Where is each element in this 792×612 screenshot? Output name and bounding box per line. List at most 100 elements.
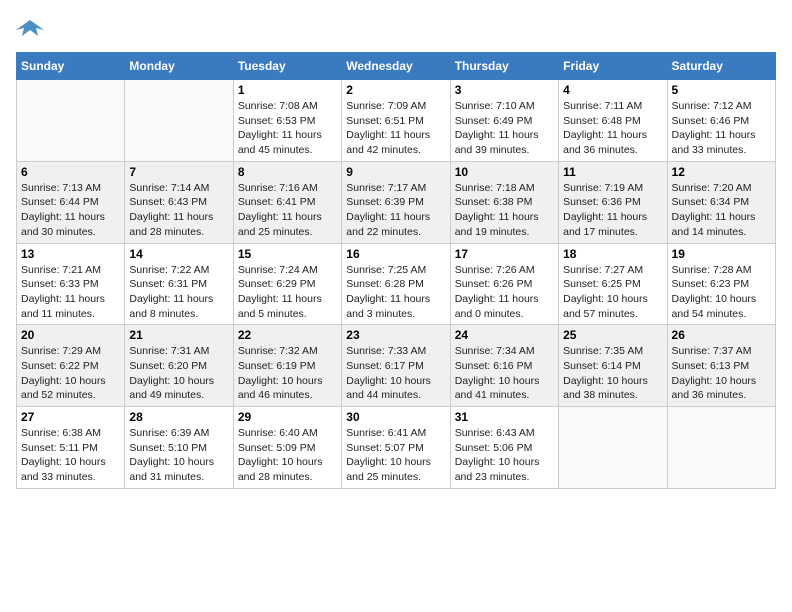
day-info: Sunrise: 7:12 AM Sunset: 6:46 PM Dayligh…: [672, 99, 771, 158]
day-number: 29: [238, 410, 337, 424]
calendar-cell: 3 Sunrise: 7:10 AM Sunset: 6:49 PM Daylig…: [450, 80, 558, 162]
day-info: Sunrise: 7:13 AM Sunset: 6:44 PM Dayligh…: [21, 181, 120, 240]
calendar-cell: [17, 80, 125, 162]
day-number: 11: [563, 165, 662, 179]
day-info: Sunrise: 7:08 AM Sunset: 6:53 PM Dayligh…: [238, 99, 337, 158]
calendar-cell: 23 Sunrise: 7:33 AM Sunset: 6:17 PM Dayli…: [342, 325, 450, 407]
day-number: 31: [455, 410, 554, 424]
day-info: Sunrise: 6:43 AM Sunset: 5:06 PM Dayligh…: [455, 426, 554, 485]
day-info: Sunrise: 7:17 AM Sunset: 6:39 PM Dayligh…: [346, 181, 445, 240]
day-info: Sunrise: 7:29 AM Sunset: 6:22 PM Dayligh…: [21, 344, 120, 403]
day-number: 8: [238, 165, 337, 179]
calendar-cell: 7 Sunrise: 7:14 AM Sunset: 6:43 PM Daylig…: [125, 161, 233, 243]
day-info: Sunrise: 7:11 AM Sunset: 6:48 PM Dayligh…: [563, 99, 662, 158]
calendar-cell: 9 Sunrise: 7:17 AM Sunset: 6:39 PM Daylig…: [342, 161, 450, 243]
day-info: Sunrise: 7:33 AM Sunset: 6:17 PM Dayligh…: [346, 344, 445, 403]
day-info: Sunrise: 7:28 AM Sunset: 6:23 PM Dayligh…: [672, 263, 771, 322]
page-header: [16, 16, 776, 40]
day-info: Sunrise: 7:24 AM Sunset: 6:29 PM Dayligh…: [238, 263, 337, 322]
day-info: Sunrise: 6:39 AM Sunset: 5:10 PM Dayligh…: [129, 426, 228, 485]
day-number: 15: [238, 247, 337, 261]
day-number: 13: [21, 247, 120, 261]
day-number: 9: [346, 165, 445, 179]
calendar-cell: 2Sunrise: 7:09 AM Sunset: 6:51 PM Daylig…: [342, 80, 450, 162]
weekday-header-friday: Friday: [559, 53, 667, 80]
day-info: Sunrise: 7:34 AM Sunset: 6:16 PM Dayligh…: [455, 344, 554, 403]
calendar-week-5: 27Sunrise: 6:38 AM Sunset: 5:11 PM Dayli…: [17, 407, 776, 489]
day-number: 27: [21, 410, 120, 424]
calendar-cell: 16Sunrise: 7:25 AM Sunset: 6:28 PM Dayli…: [342, 243, 450, 325]
calendar-cell: 27Sunrise: 6:38 AM Sunset: 5:11 PM Dayli…: [17, 407, 125, 489]
day-number: 1: [238, 83, 337, 97]
day-info: Sunrise: 7:21 AM Sunset: 6:33 PM Dayligh…: [21, 263, 120, 322]
day-number: 19: [672, 247, 771, 261]
calendar-cell: 26 Sunrise: 7:37 AM Sunset: 6:13 PM Dayli…: [667, 325, 775, 407]
day-info: Sunrise: 7:18 AM Sunset: 6:38 PM Dayligh…: [455, 181, 554, 240]
calendar-cell: [559, 407, 667, 489]
day-number: 28: [129, 410, 228, 424]
calendar-cell: 15 Sunrise: 7:24 AM Sunset: 6:29 PM Dayli…: [233, 243, 341, 325]
calendar-cell: 1 Sunrise: 7:08 AM Sunset: 6:53 PM Daylig…: [233, 80, 341, 162]
calendar-cell: 22Sunrise: 7:32 AM Sunset: 6:19 PM Dayli…: [233, 325, 341, 407]
calendar-header-row: SundayMondayTuesdayWednesdayThursdayFrid…: [17, 53, 776, 80]
day-number: 25: [563, 328, 662, 342]
calendar-cell: 25 Sunrise: 7:35 AM Sunset: 6:14 PM Dayli…: [559, 325, 667, 407]
weekday-header-tuesday: Tuesday: [233, 53, 341, 80]
day-number: 10: [455, 165, 554, 179]
weekday-header-monday: Monday: [125, 53, 233, 80]
day-number: 12: [672, 165, 771, 179]
calendar-cell: 29 Sunrise: 6:40 AM Sunset: 5:09 PM Dayli…: [233, 407, 341, 489]
calendar-cell: 8 Sunrise: 7:16 AM Sunset: 6:41 PM Daylig…: [233, 161, 341, 243]
day-info: Sunrise: 7:31 AM Sunset: 6:20 PM Dayligh…: [129, 344, 228, 403]
day-number: 30: [346, 410, 445, 424]
day-info: Sunrise: 7:16 AM Sunset: 6:41 PM Dayligh…: [238, 181, 337, 240]
calendar-cell: 30 Sunrise: 6:41 AM Sunset: 5:07 PM Dayli…: [342, 407, 450, 489]
day-info: Sunrise: 6:41 AM Sunset: 5:07 PM Dayligh…: [346, 426, 445, 485]
day-info: Sunrise: 7:14 AM Sunset: 6:43 PM Dayligh…: [129, 181, 228, 240]
weekday-header-saturday: Saturday: [667, 53, 775, 80]
calendar-cell: [667, 407, 775, 489]
calendar-cell: 20Sunrise: 7:29 AM Sunset: 6:22 PM Dayli…: [17, 325, 125, 407]
weekday-header-thursday: Thursday: [450, 53, 558, 80]
calendar-cell: 28 Sunrise: 6:39 AM Sunset: 5:10 PM Dayli…: [125, 407, 233, 489]
day-number: 21: [129, 328, 228, 342]
calendar-week-3: 13 Sunrise: 7:21 AM Sunset: 6:33 PM Dayli…: [17, 243, 776, 325]
calendar-cell: 18Sunrise: 7:27 AM Sunset: 6:25 PM Dayli…: [559, 243, 667, 325]
day-info: Sunrise: 7:35 AM Sunset: 6:14 PM Dayligh…: [563, 344, 662, 403]
day-number: 23: [346, 328, 445, 342]
day-info: Sunrise: 7:10 AM Sunset: 6:49 PM Dayligh…: [455, 99, 554, 158]
day-info: Sunrise: 7:37 AM Sunset: 6:13 PM Dayligh…: [672, 344, 771, 403]
calendar-week-4: 20Sunrise: 7:29 AM Sunset: 6:22 PM Dayli…: [17, 325, 776, 407]
day-number: 3: [455, 83, 554, 97]
calendar-table: SundayMondayTuesdayWednesdayThursdayFrid…: [16, 52, 776, 489]
logo: [16, 16, 48, 40]
day-info: Sunrise: 7:26 AM Sunset: 6:26 PM Dayligh…: [455, 263, 554, 322]
calendar-cell: 4Sunrise: 7:11 AM Sunset: 6:48 PM Daylig…: [559, 80, 667, 162]
logo-icon: [16, 16, 44, 40]
calendar-cell: [125, 80, 233, 162]
day-number: 18: [563, 247, 662, 261]
calendar-cell: 14Sunrise: 7:22 AM Sunset: 6:31 PM Dayli…: [125, 243, 233, 325]
calendar-cell: 21 Sunrise: 7:31 AM Sunset: 6:20 PM Dayli…: [125, 325, 233, 407]
day-number: 7: [129, 165, 228, 179]
day-number: 5: [672, 83, 771, 97]
day-info: Sunrise: 7:20 AM Sunset: 6:34 PM Dayligh…: [672, 181, 771, 240]
day-number: 16: [346, 247, 445, 261]
day-info: Sunrise: 7:19 AM Sunset: 6:36 PM Dayligh…: [563, 181, 662, 240]
day-number: 6: [21, 165, 120, 179]
day-number: 26: [672, 328, 771, 342]
day-info: Sunrise: 7:22 AM Sunset: 6:31 PM Dayligh…: [129, 263, 228, 322]
calendar-cell: 19 Sunrise: 7:28 AM Sunset: 6:23 PM Dayli…: [667, 243, 775, 325]
calendar-cell: 11 Sunrise: 7:19 AM Sunset: 6:36 PM Dayli…: [559, 161, 667, 243]
calendar-cell: 12 Sunrise: 7:20 AM Sunset: 6:34 PM Dayli…: [667, 161, 775, 243]
calendar-body: 1 Sunrise: 7:08 AM Sunset: 6:53 PM Daylig…: [17, 80, 776, 489]
calendar-cell: 31 Sunrise: 6:43 AM Sunset: 5:06 PM Dayli…: [450, 407, 558, 489]
day-info: Sunrise: 7:09 AM Sunset: 6:51 PM Dayligh…: [346, 99, 445, 158]
calendar-cell: 6 Sunrise: 7:13 AM Sunset: 6:44 PM Daylig…: [17, 161, 125, 243]
day-info: Sunrise: 6:40 AM Sunset: 5:09 PM Dayligh…: [238, 426, 337, 485]
weekday-header-wednesday: Wednesday: [342, 53, 450, 80]
calendar-cell: 24Sunrise: 7:34 AM Sunset: 6:16 PM Dayli…: [450, 325, 558, 407]
calendar-cell: 10 Sunrise: 7:18 AM Sunset: 6:38 PM Dayli…: [450, 161, 558, 243]
calendar-cell: 5 Sunrise: 7:12 AM Sunset: 6:46 PM Daylig…: [667, 80, 775, 162]
calendar-week-2: 6 Sunrise: 7:13 AM Sunset: 6:44 PM Daylig…: [17, 161, 776, 243]
